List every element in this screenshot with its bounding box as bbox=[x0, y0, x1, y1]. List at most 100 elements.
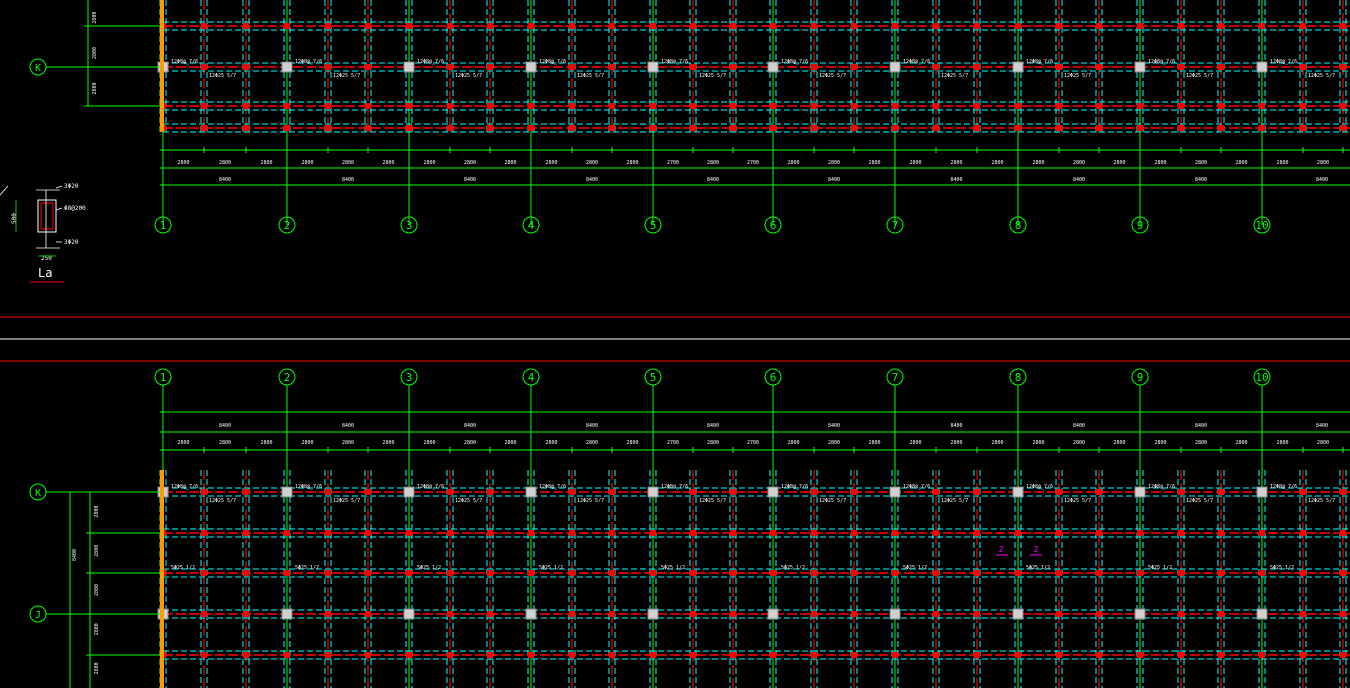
beam-joint bbox=[933, 611, 939, 617]
sub-dimension: 2800 bbox=[1032, 160, 1044, 166]
beam-label-top: 12Φ8@_7/6 bbox=[1148, 484, 1175, 490]
beam-joint bbox=[1056, 530, 1062, 536]
bay-dimension: 8400 bbox=[1073, 177, 1085, 183]
beam-label-mid: 5Φ25 1/2 bbox=[295, 565, 319, 571]
bay-dimension: 8400 bbox=[464, 177, 476, 183]
beam-joint bbox=[609, 611, 615, 617]
sub-dimension: 2800 bbox=[707, 160, 719, 166]
row-bubble-label: J bbox=[35, 610, 41, 621]
column bbox=[525, 608, 537, 620]
bay-dimension: 8400 bbox=[342, 423, 354, 429]
beam-joint bbox=[1300, 652, 1306, 658]
sub-dimension: 2800 bbox=[707, 440, 719, 446]
edge-wall bbox=[160, 470, 164, 688]
bay-dimension: 8400 bbox=[1316, 177, 1328, 183]
beam-label-bottom: 12Φ25 5/7 bbox=[699, 498, 726, 504]
beam-joint bbox=[851, 570, 857, 576]
sub-dimension: 2800 bbox=[1276, 440, 1288, 446]
beam-label-top: 12Φ8@_7/6 bbox=[1148, 59, 1175, 65]
grid-bubble-label: 2 bbox=[284, 219, 291, 232]
beam-joint bbox=[243, 64, 249, 70]
grid-bubble-label: 7 bbox=[892, 219, 899, 232]
beam-joint bbox=[851, 125, 857, 131]
beam-label-bottom: 12Φ25 5/7 bbox=[333, 73, 360, 79]
sub-dimension: 2700 bbox=[747, 440, 759, 446]
sub-dimension: 2800 bbox=[504, 160, 516, 166]
beam-label-bottom: 12Φ25 5/7 bbox=[941, 498, 968, 504]
beam-joint bbox=[201, 652, 207, 658]
beam-joint bbox=[690, 530, 696, 536]
sub-dimension: 2800 bbox=[464, 160, 476, 166]
beam-joint bbox=[447, 64, 453, 70]
beam-label-top: 12Φ8@_7/6 bbox=[1026, 484, 1053, 490]
beam-joint bbox=[487, 23, 493, 29]
beam-joint bbox=[1137, 103, 1143, 109]
beam-joint bbox=[650, 570, 656, 576]
beam-joint bbox=[487, 125, 493, 131]
grid-bubble-label: 7 bbox=[892, 371, 899, 384]
bay-dimension: 8400 bbox=[707, 423, 719, 429]
beam-label-mid: 5Φ25 1/2 bbox=[781, 565, 805, 571]
beam-label-top: 12Φ8@_7/6 bbox=[1270, 484, 1297, 490]
beam-joint bbox=[284, 23, 290, 29]
beam-joint bbox=[447, 611, 453, 617]
beam-joint bbox=[1096, 570, 1102, 576]
beam-joint bbox=[933, 103, 939, 109]
sub-dimension: 2800 bbox=[1032, 440, 1044, 446]
beam-label-bottom: 12Φ25 5/7 bbox=[577, 498, 604, 504]
detail-marker: 2 bbox=[999, 545, 1004, 554]
beam-label-top: 12Φ8@_7/6 bbox=[171, 59, 198, 65]
grid-bubble-label: 3 bbox=[406, 371, 413, 384]
sub-dimension: 2800 bbox=[219, 160, 231, 166]
grid-bubble-label: 9 bbox=[1137, 219, 1144, 232]
beam-joint bbox=[974, 125, 980, 131]
view-separator bbox=[0, 316, 1350, 362]
grid-bubble-label: 8 bbox=[1015, 219, 1022, 232]
bay-dimension: 8400 bbox=[828, 423, 840, 429]
beam-joint bbox=[1259, 530, 1265, 536]
grid-bubble-label: 10 bbox=[1255, 371, 1268, 384]
beam-joint bbox=[811, 64, 817, 70]
beam-joint bbox=[1218, 489, 1224, 495]
beam-joint bbox=[569, 64, 575, 70]
beam-joint bbox=[325, 570, 331, 576]
beam-joint bbox=[243, 23, 249, 29]
beam-joint bbox=[201, 611, 207, 617]
beam-joint bbox=[609, 23, 615, 29]
bay-dimension: 8400 bbox=[950, 177, 962, 183]
row-dimension: 2800 bbox=[92, 12, 98, 24]
sub-dimension: 2800 bbox=[828, 160, 840, 166]
grid-bubble-label: 1 bbox=[160, 219, 167, 232]
beam-joint bbox=[1218, 23, 1224, 29]
beam-joint bbox=[406, 530, 412, 536]
beam-joint bbox=[811, 652, 817, 658]
beam-joint bbox=[1340, 489, 1346, 495]
beam-joint bbox=[447, 103, 453, 109]
sub-dimension: 2800 bbox=[868, 160, 880, 166]
beam-joint bbox=[690, 23, 696, 29]
grid-bubble-label: 9 bbox=[1137, 371, 1144, 384]
beam-joint bbox=[569, 489, 575, 495]
row-dimension: 2800 bbox=[94, 545, 100, 557]
beam-label-mid: 5Φ25 1/2 bbox=[539, 565, 563, 571]
beam-joint bbox=[1259, 125, 1265, 131]
beam-joint bbox=[1178, 530, 1184, 536]
sub-dimension: 2700 bbox=[747, 160, 759, 166]
beam-joint bbox=[1300, 489, 1306, 495]
column bbox=[1134, 61, 1146, 73]
beam-joint bbox=[569, 23, 575, 29]
sub-dimension: 2800 bbox=[1073, 160, 1085, 166]
sub-dimension: 2800 bbox=[260, 440, 272, 446]
beam-label-top: 12Φ8@_7/6 bbox=[661, 59, 688, 65]
sub-dimension: 2800 bbox=[1195, 440, 1207, 446]
sub-dimension: 2800 bbox=[504, 440, 516, 446]
beam-joint bbox=[690, 570, 696, 576]
grid-bubble-label: 5 bbox=[650, 219, 657, 232]
beam-joint bbox=[974, 611, 980, 617]
beam-joint bbox=[650, 530, 656, 536]
beam-joint bbox=[243, 103, 249, 109]
beam-label-mid: 5Φ25 1/2 bbox=[1148, 565, 1172, 571]
cad-drawing-canvas[interactable]: 12Φ8@_7/6 12Φ25 5/7 12Φ8@_7/6 12Φ25 5/7 12Φ8… bbox=[0, 0, 1350, 688]
column bbox=[647, 608, 659, 620]
section-bottom-bars: 3Φ20 bbox=[64, 239, 79, 246]
